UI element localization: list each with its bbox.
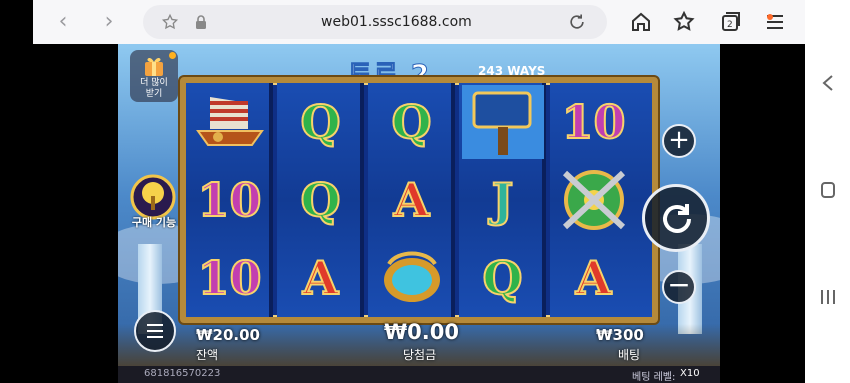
reload-icon[interactable] [567,12,587,32]
symbol-j: J [491,172,515,228]
balance-value: ₩20.00 [196,326,260,344]
ways-label: 243 WAYS [478,64,546,78]
bet-value: ₩300 [596,326,644,344]
home-nav-icon[interactable] [821,182,835,198]
shield-icon [550,161,637,239]
promo-button[interactable]: 더 많이 받기 [130,50,178,102]
bet-label: 배팅 [618,348,641,362]
star-icon[interactable] [161,13,179,31]
browser-toolbar: ‹ › web01.sssc1688.com 2 [33,0,805,44]
win-label: 당첨금 [403,348,437,362]
symbol-10: 10 [196,250,262,306]
bet-level-label: 베팅 레벨: [632,372,676,383]
symbol-10: 10 [196,172,262,228]
notification-dot [767,14,773,20]
back-nav-icon[interactable] [821,74,835,92]
menu-button[interactable] [134,310,176,352]
decrease-bet-button[interactable]: − [662,270,696,304]
hammer-icon [459,83,546,161]
reel-3: Q A [368,83,455,317]
address-bar[interactable]: web01.sssc1688.com [143,5,607,39]
reel-frame: 10 10 Q Q A Q A J Q 10 A [180,77,658,323]
reel-5: 10 A [550,83,652,317]
menu-icon[interactable] [761,8,789,36]
recents-nav-icon[interactable] [820,288,836,306]
promo-label: 더 많이 받기 [140,78,168,99]
reel-2: Q Q A [277,83,364,317]
ship-icon [186,83,273,161]
back-icon[interactable]: ‹ [49,8,77,36]
spin-button[interactable] [642,184,710,252]
gift-icon [145,57,163,76]
lock-icon [196,15,206,29]
home-icon[interactable] [627,8,655,36]
hamburger-icon [147,324,163,338]
spin-icon [663,204,691,233]
slot-game: 토르 2 243 WAYS 더 많이 받기 구매 기능 10 10 Q Q A … [118,44,720,383]
buy-feature-label: 구매 기능 [131,216,177,229]
symbol-a: A [393,172,431,228]
system-nav-bar [805,0,850,383]
symbol-q: Q [299,94,341,150]
reel-4: J Q [459,83,546,317]
reel-1: 10 10 [186,83,273,317]
buy-feature-button[interactable]: 구매 기능 [124,174,182,230]
increase-bet-button[interactable]: + [662,124,696,158]
url-text: web01.sssc1688.com [321,14,472,30]
tabs-icon[interactable]: 2 [716,8,744,36]
promo-dot [169,52,176,59]
symbol-a: A [575,250,613,306]
info-strip: 681816570223 베팅 레벨: X10 [118,366,720,383]
balance-label: 잔액 [196,348,219,362]
symbol-q: Q [481,250,523,306]
amulet-icon [368,239,455,317]
bookmarks-icon[interactable] [670,8,698,36]
bet-level-value: X10 [680,368,700,379]
symbol-q: Q [390,94,432,150]
forward-icon[interactable]: › [95,8,123,36]
win-value: ₩0.00 [384,320,459,344]
svg-text:2: 2 [727,20,733,30]
symbol-10: 10 [560,94,626,150]
symbol-q: Q [299,172,341,228]
screen: ‹ › web01.sssc1688.com 2 토르 2 243 WAYS 더… [0,0,850,383]
session-id: 681816570223 [144,368,221,379]
symbol-a: A [302,250,340,306]
